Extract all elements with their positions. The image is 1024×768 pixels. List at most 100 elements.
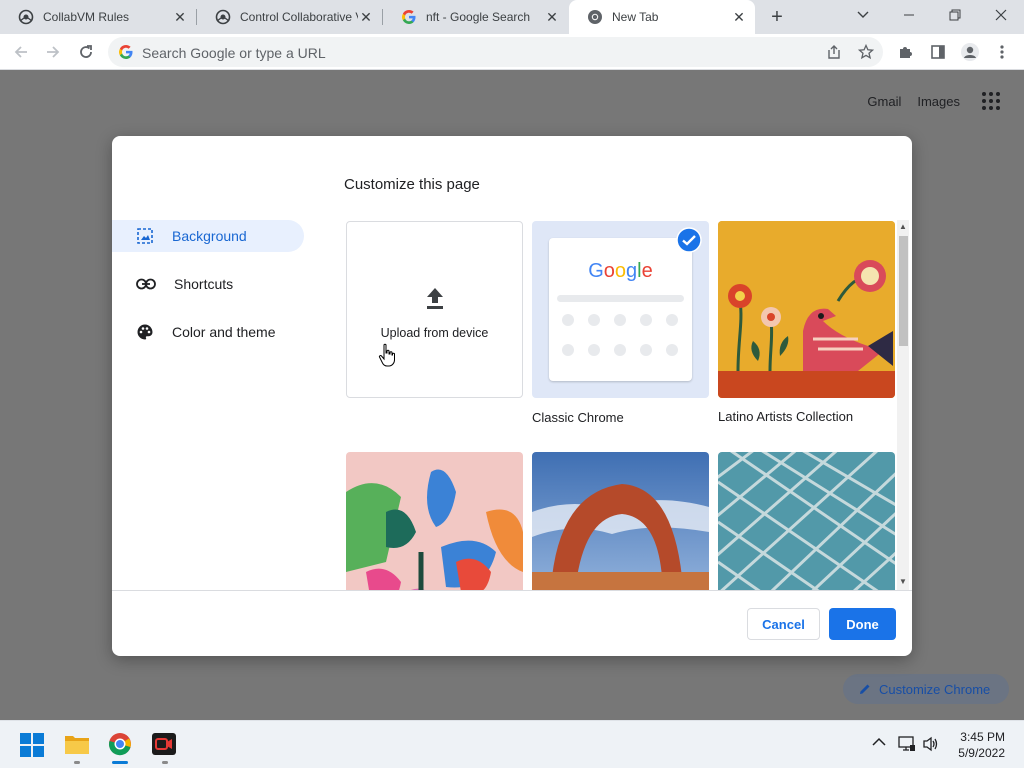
latino-artists-tile[interactable] <box>718 221 895 398</box>
tab-title: nft - Google Search <box>426 10 531 24</box>
glass-facade-tile[interactable] <box>718 452 895 590</box>
background-icon <box>137 228 153 244</box>
pencil-icon <box>860 684 870 694</box>
close-icon[interactable]: ✕ <box>172 9 188 25</box>
chevron-up-icon[interactable] <box>872 735 886 750</box>
clock-date: 5/9/2022 <box>958 746 1005 760</box>
tab-new-tab[interactable]: New Tab ✕ <box>569 0 755 34</box>
forward-button[interactable] <box>41 40 65 64</box>
desert-arch-tile[interactable] <box>532 452 709 590</box>
menu-item-color-theme[interactable]: Color and theme <box>112 316 304 348</box>
close-icon[interactable]: ✕ <box>544 9 560 25</box>
latino-artists-label: Latino Artists Collection <box>718 409 854 424</box>
scrollbar-thumb[interactable] <box>899 236 908 346</box>
minimize-icon <box>904 14 914 16</box>
classic-chrome-preview: Google <box>549 238 692 381</box>
menu-item-label: Background <box>172 228 247 244</box>
classic-chrome-tile[interactable]: Google <box>532 221 709 398</box>
side-panel-button[interactable] <box>926 40 950 64</box>
clock-time: 3:45 PM <box>960 730 1005 744</box>
upload-label: Upload from device <box>380 326 489 340</box>
profile-button[interactable] <box>958 40 982 64</box>
botanical-art-tile[interactable] <box>346 452 523 590</box>
bookmark-star-icon[interactable] <box>857 43 875 60</box>
minimize-button[interactable] <box>886 0 932 30</box>
menu-item-label: Color and theme <box>172 324 276 340</box>
volume-icon[interactable] <box>922 736 940 755</box>
shortcut-dots <box>562 314 682 356</box>
scroll-up-icon[interactable]: ▲ <box>899 223 907 231</box>
google-apps-icon[interactable] <box>982 92 1000 110</box>
tab-collabvm-rules[interactable]: CollabVM Rules ✕ <box>0 0 196 34</box>
gmail-link[interactable]: Gmail <box>867 94 901 109</box>
customize-chrome-button[interactable]: Customize Chrome <box>843 674 1009 704</box>
tab-title: Control Collaborative V <box>240 10 358 24</box>
customize-dialog: Customize this page Background Shortcuts… <box>112 136 912 656</box>
menu-item-shortcuts[interactable]: Shortcuts <box>112 268 304 300</box>
google-logo: Google <box>588 260 653 282</box>
scroll-down-icon[interactable]: ▼ <box>899 578 907 586</box>
google-icon <box>118 44 134 63</box>
arrow-right-icon <box>47 46 60 58</box>
restore-icon <box>949 9 961 21</box>
tab-strip: CollabVM Rules ✕ Control Collaborative V… <box>0 0 1024 34</box>
glass-facade-photo <box>718 452 895 590</box>
tab-control-collaborative[interactable]: Control Collaborative V ✕ <box>197 0 382 34</box>
running-indicator <box>74 761 80 764</box>
palette-icon <box>137 324 153 340</box>
botanical-artwork <box>346 452 523 590</box>
network-icon[interactable] <box>898 736 916 755</box>
close-icon <box>995 9 1007 21</box>
chrome-icon <box>587 9 603 25</box>
avatar-icon <box>961 43 979 61</box>
browser-toolbar: Search Google or type a URL <box>0 34 1024 70</box>
system-clock[interactable]: 3:45 PM 5/9/2022 <box>958 729 1005 761</box>
close-icon[interactable]: ✕ <box>358 9 374 25</box>
extensions-button[interactable] <box>894 40 918 64</box>
latino-artists-artwork <box>718 221 895 398</box>
address-bar[interactable]: Search Google or type a URL <box>108 37 883 67</box>
desert-arch-photo <box>532 452 709 590</box>
link-icon <box>136 278 156 290</box>
reload-icon <box>80 45 92 58</box>
share-icon[interactable] <box>826 44 842 60</box>
search-box-preview <box>557 295 684 302</box>
chevron-down-icon <box>857 11 869 18</box>
upload-from-device-tile[interactable]: Upload from device <box>346 221 523 398</box>
back-button[interactable] <box>9 40 33 64</box>
hand-cursor-icon <box>378 343 395 367</box>
new-tab-button[interactable]: + <box>765 5 789 29</box>
cancel-button[interactable]: Cancel <box>747 608 820 640</box>
arrow-left-icon <box>14 46 27 58</box>
google-icon <box>401 9 417 25</box>
recorder-app-icon[interactable] <box>152 733 178 759</box>
windows-start-icon[interactable] <box>20 733 46 759</box>
footer-divider <box>112 590 912 591</box>
restore-button[interactable] <box>932 0 978 30</box>
address-bar-placeholder: Search Google or type a URL <box>142 45 326 61</box>
menu-item-label: Shortcuts <box>174 276 234 292</box>
tab-nft-google-search[interactable]: nft - Google Search ✕ <box>383 0 568 34</box>
running-indicator <box>162 761 168 764</box>
done-button[interactable]: Done <box>829 608 896 640</box>
tab-title: CollabVM Rules <box>43 10 130 24</box>
chrome-menu-button[interactable] <box>990 40 1014 64</box>
tab-search-button[interactable] <box>840 0 886 30</box>
top-links: Gmail Images <box>851 92 1000 110</box>
close-window-button[interactable] <box>978 0 1024 30</box>
customize-chrome-label: Customize Chrome <box>879 681 991 697</box>
images-link[interactable]: Images <box>917 94 960 109</box>
classic-chrome-label: Classic Chrome <box>532 410 624 425</box>
chrome-icon[interactable] <box>108 732 134 758</box>
tab-title: New Tab <box>612 10 659 24</box>
background-gallery: Upload from device Google Classic Chrome <box>345 220 897 590</box>
reload-button[interactable] <box>74 40 98 64</box>
menu-item-background[interactable]: Background <box>112 220 304 252</box>
upload-icon <box>427 288 443 309</box>
more-vert-icon <box>1000 45 1004 59</box>
gallery-scrollbar[interactable]: ▲ ▼ <box>897 220 909 590</box>
collabvm-icon <box>18 9 34 25</box>
close-icon[interactable]: ✕ <box>731 9 747 25</box>
file-explorer-icon[interactable] <box>64 733 90 759</box>
check-circle-icon <box>676 227 702 253</box>
